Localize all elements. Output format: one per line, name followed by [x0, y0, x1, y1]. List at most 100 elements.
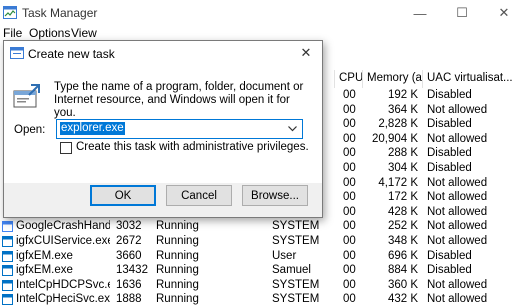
process-name: IntelCpHeciSvc.exe — [16, 293, 110, 306]
process-status: Running — [156, 293, 199, 306]
dialog-description: Type the name of a program, folder, docu… — [54, 81, 304, 119]
process-memory: 696 K — [387, 249, 418, 262]
process-uac: Disabled — [427, 162, 472, 174]
process-uac: Not allowed — [427, 103, 488, 116]
process-memory: 288 K — [387, 147, 418, 160]
admin-privileges-checkbox[interactable] — [60, 142, 72, 154]
menu-options[interactable]: Options — [29, 26, 70, 40]
process-uac: Disabled — [427, 147, 472, 160]
process-uac: Disabled — [427, 89, 472, 101]
process-memory: 360 K — [387, 278, 418, 291]
process-uac: Not allowed — [427, 205, 488, 218]
process-cpu: 00 — [343, 205, 356, 218]
process-name: igfxEM.exe — [16, 249, 73, 262]
process-cpu: 00 — [343, 264, 356, 277]
process-pid: 1636 — [116, 278, 142, 291]
close-button[interactable]: ✕ — [481, 0, 512, 26]
process-cpu: 00 — [343, 147, 356, 160]
cancel-button[interactable]: Cancel — [166, 185, 232, 206]
process-memory: 432 K — [387, 293, 418, 306]
intel-icon — [2, 279, 13, 291]
process-status: Running — [156, 264, 199, 277]
process-memory: 364 K — [387, 103, 418, 116]
process-uac: Not allowed — [427, 278, 488, 291]
browse-button[interactable]: Browse... — [242, 185, 308, 206]
table-row[interactable]: igfxCUIService.exe 2672 Running SYSTEM 00 348… — [0, 234, 512, 249]
process-user: SYSTEM — [272, 235, 320, 247]
process-uac: Not allowed — [427, 132, 488, 145]
run-icon — [10, 47, 24, 59]
process-pid: 3660 — [116, 249, 142, 262]
column-header-memory[interactable]: Memory (a... — [362, 70, 422, 88]
process-cpu: 00 — [343, 191, 356, 204]
task-manager-icon — [3, 6, 17, 19]
process-uac: Not allowed — [427, 293, 488, 306]
process-status: Running — [156, 249, 199, 262]
table-row[interactable]: GoogleCrashHandler... 3032 Running SYSTEM 00… — [0, 219, 512, 234]
chevron-down-icon[interactable] — [283, 121, 301, 137]
process-cpu: 00 — [343, 220, 356, 233]
process-uac: Not allowed — [427, 176, 488, 189]
process-cpu: 00 — [343, 118, 356, 131]
dialog-close-button[interactable]: ✕ — [294, 43, 318, 63]
table-row[interactable]: igfxEM.exe 3660 Running User 00 696 K Disabled — [0, 249, 512, 264]
menu-file[interactable]: File — [3, 26, 22, 40]
open-input[interactable]: explorer.exe — [60, 122, 125, 135]
process-pid: 2672 — [116, 235, 142, 247]
process-memory: 304 K — [387, 162, 418, 174]
title-bar: Task Manager — ☐ ✕ — [0, 0, 512, 26]
window-title: Task Manager — [22, 6, 98, 20]
process-name: IntelCpHDCPSvc.exe — [16, 278, 110, 291]
process-uac: Disabled — [427, 264, 472, 277]
table-row[interactable]: IntelCpHeciSvc.exe 1888 Running SYSTEM 00 432… — [0, 292, 512, 307]
column-header-cpu[interactable]: CPU — [334, 70, 362, 88]
process-cpu: 00 — [343, 176, 356, 189]
open-combobox[interactable]: explorer.exe — [56, 119, 303, 139]
intel-icon — [2, 236, 13, 247]
dialog-title: Create new task — [28, 47, 115, 61]
process-cpu: 00 — [343, 278, 356, 291]
table-row[interactable]: IntelCpHDCPSvc.exe 1636 Running SYSTEM 00 360… — [0, 278, 512, 293]
process-pid: 3032 — [116, 220, 142, 233]
process-user: SYSTEM — [272, 278, 320, 291]
minimize-button[interactable]: — — [397, 0, 443, 26]
process-user: User — [272, 249, 297, 262]
process-status: Running — [156, 220, 199, 233]
ok-button[interactable]: OK — [90, 185, 156, 206]
process-cpu: 00 — [343, 132, 356, 145]
process-memory: 4,172 K — [378, 176, 418, 189]
dialog-body: Type the name of a program, folder, docu… — [4, 65, 322, 183]
process-cpu: 00 — [343, 103, 356, 116]
admin-privileges-label[interactable]: Create this task with administrative pri… — [76, 141, 309, 153]
process-pid: 13432 — [116, 264, 148, 277]
process-uac: Not allowed — [427, 191, 488, 204]
run-program-icon — [12, 83, 42, 113]
dialog-title-bar: Create new task ✕ — [4, 41, 322, 65]
process-status: Running — [156, 235, 199, 247]
table-row[interactable]: igfxEM.exe 13432 Running Samuel 00 884 K Disab… — [0, 263, 512, 278]
process-user: Samuel — [272, 264, 311, 277]
column-header-uac-virtualisation[interactable]: UAC virtualisat... — [422, 70, 512, 88]
process-cpu: 00 — [343, 235, 356, 247]
process-uac: Not allowed — [427, 235, 488, 247]
maximize-button[interactable]: ☐ — [439, 0, 485, 26]
process-memory: 428 K — [387, 205, 418, 218]
process-cpu: 00 — [343, 249, 356, 262]
process-memory: 192 K — [387, 89, 418, 101]
process-pid: 1888 — [116, 293, 142, 306]
process-memory: 252 K — [387, 220, 418, 233]
process-name: GoogleCrashHandler... — [16, 220, 110, 233]
process-memory: 20,904 K — [371, 132, 418, 145]
process-cpu: 00 — [343, 293, 356, 306]
open-label: Open: — [14, 124, 46, 136]
intel-icon — [2, 294, 13, 306]
process-cpu: 00 — [343, 162, 356, 174]
process-cpu: 00 — [343, 89, 356, 101]
process-status: Running — [156, 278, 199, 291]
process-user: SYSTEM — [272, 293, 320, 306]
process-name: igfxCUIService.exe — [16, 235, 110, 247]
process-memory: 172 K — [387, 191, 418, 204]
process-uac: Not allowed — [427, 220, 488, 233]
google-icon — [2, 221, 13, 233]
menu-view[interactable]: View — [71, 26, 97, 40]
